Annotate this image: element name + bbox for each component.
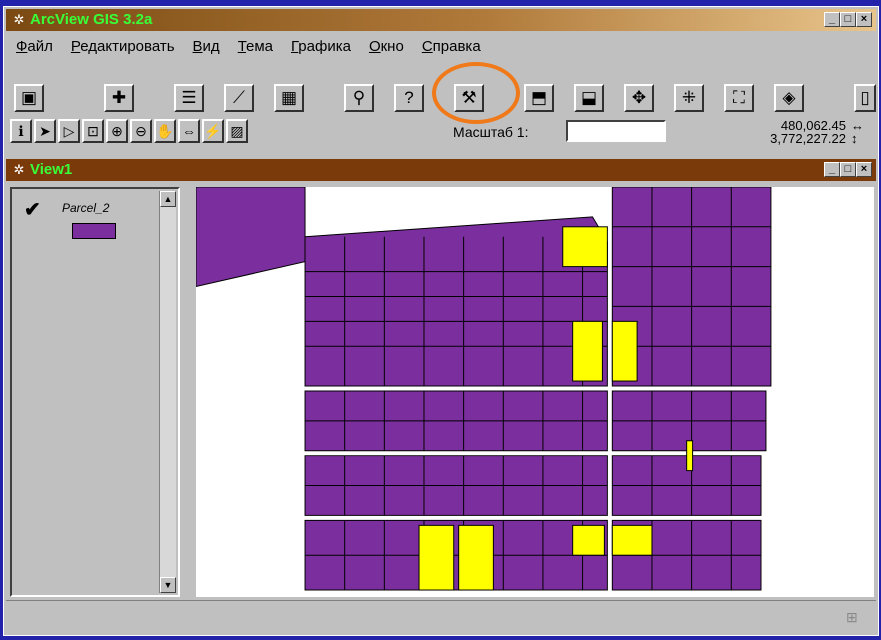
- select-feature-icon: ⬒: [530, 88, 548, 107]
- open-table-button[interactable]: ▦: [274, 84, 304, 112]
- maximize-button[interactable]: □: [840, 12, 856, 27]
- view-window: ✲ View1 _ □ × ✔ Parcel_2 ▲ ▼: [6, 159, 876, 599]
- minimize-button[interactable]: _: [824, 12, 840, 27]
- add-theme-button[interactable]: ✚: [104, 84, 134, 112]
- view-close-button[interactable]: ×: [856, 162, 872, 177]
- vertex-edit-icon: ▷: [63, 122, 75, 139]
- scale-label: Масштаб 1:: [453, 124, 529, 140]
- zoom-active-icon: ⁜: [681, 88, 697, 107]
- zoom-previous-button[interactable]: ◈: [774, 84, 804, 112]
- menu-theme[interactable]: Тема: [238, 38, 273, 55]
- zoom-full-button[interactable]: ✥: [624, 84, 654, 112]
- measure-tool[interactable]: ⇔: [178, 119, 200, 143]
- select-feature-tool[interactable]: ⊡: [82, 119, 104, 143]
- vertex-edit-tool[interactable]: ▷: [58, 119, 80, 143]
- view-maximize-button[interactable]: □: [840, 162, 856, 177]
- menu-view[interactable]: Вид: [193, 38, 220, 55]
- find-button[interactable]: ⚲: [344, 84, 374, 112]
- hotlink-tool-icon: ⚡: [204, 122, 222, 139]
- add-theme-icon: ✚: [111, 88, 127, 107]
- label-icon: ▨: [230, 122, 244, 139]
- measure-icon: ⇔: [182, 123, 196, 139]
- edit-legend-icon: ⟋: [233, 88, 245, 107]
- pan-tool[interactable]: ✋: [154, 119, 176, 143]
- menu-graphics[interactable]: Графика: [291, 38, 351, 55]
- close-button[interactable]: ×: [856, 12, 872, 27]
- hotlink-tool[interactable]: ⚡: [202, 119, 224, 143]
- layout-icon: ▯: [860, 88, 870, 107]
- help-button[interactable]: ?: [394, 84, 424, 112]
- pan-icon: ✋: [156, 122, 174, 139]
- view-minimize-button[interactable]: _: [824, 162, 840, 177]
- scroll-up-icon[interactable]: ▲: [160, 191, 176, 207]
- save-button[interactable]: ▣: [14, 84, 44, 112]
- coordinate-readout: 480,062.45 3,772,227.22: [770, 119, 846, 145]
- open-theme-table-icon: ⬓: [580, 88, 598, 107]
- save-icon: ▣: [20, 88, 38, 107]
- pointer-icon: ➤: [39, 122, 51, 139]
- scale-input[interactable]: [566, 120, 666, 142]
- arcview-globe-icon: ✲: [13, 12, 25, 27]
- zoom-in-tool[interactable]: ⊕: [106, 119, 128, 143]
- theme-properties-button[interactable]: ☰: [174, 84, 204, 112]
- find-icon: ⚲: [352, 88, 366, 107]
- zoom-in-fixed-button[interactable]: ⛶: [724, 84, 754, 112]
- table-of-contents: ✔ Parcel_2 ▲ ▼: [10, 187, 180, 597]
- zoom-active-button[interactable]: ⁜: [674, 84, 704, 112]
- label-tool[interactable]: ▨: [226, 119, 248, 143]
- select-feature-tool-icon: ⊡: [87, 122, 99, 139]
- menu-bar: Файл Редактировать Вид Тема Графика Окно…: [6, 33, 876, 59]
- arcview-window: ✲ ArcView GIS 3.2a _ □ × Файл Редактиров…: [3, 6, 879, 636]
- tool-bar: ℹ ➤ ▷ ⊡ ⊕ ⊖ ✋ ⇔ ⚡ ▨ Масштаб 1: 480,062.4…: [6, 117, 876, 151]
- zoom-in-fixed-icon: ⛶: [733, 88, 745, 107]
- zoom-out-tool[interactable]: ⊖: [130, 119, 152, 143]
- y-coordinate: 3,772,227.22: [770, 131, 846, 146]
- legend-swatch: [72, 223, 116, 239]
- menu-edit[interactable]: Редактировать: [71, 38, 175, 55]
- view-icon: ✲: [13, 162, 25, 177]
- theme-name[interactable]: Parcel_2: [62, 201, 109, 215]
- pointer-tool[interactable]: ➤: [34, 119, 56, 143]
- coordinate-arrows-icon: ↔ ↕: [851, 118, 864, 146]
- properties-icon: ☰: [181, 88, 197, 107]
- menu-help[interactable]: Справка: [422, 38, 481, 55]
- help-icon: ?: [404, 88, 414, 107]
- menu-window[interactable]: Окно: [369, 38, 404, 55]
- window-grip-icon: ⊞: [846, 609, 858, 625]
- theme-table-button[interactable]: ⬓: [574, 84, 604, 112]
- view-title: View1: [30, 161, 73, 178]
- edit-legend-button[interactable]: ⟋: [224, 84, 254, 112]
- map-canvas[interactable]: [196, 187, 874, 597]
- highlight-ring: [432, 62, 520, 124]
- zoom-out-icon: ⊖: [135, 122, 147, 139]
- table-icon: ▦: [280, 88, 298, 107]
- toc-scrollbar[interactable]: ▲ ▼: [159, 191, 176, 593]
- identify-icon: ℹ: [18, 122, 24, 139]
- view-titlebar[interactable]: ✲ View1 _ □ ×: [6, 159, 876, 181]
- parcel-map: [196, 187, 772, 591]
- zoom-previous-icon: ◈: [782, 88, 796, 107]
- app-title: ArcView GIS 3.2a: [30, 11, 153, 28]
- scroll-down-icon[interactable]: ▼: [160, 577, 176, 593]
- menu-file[interactable]: Файл: [16, 38, 53, 55]
- app-titlebar[interactable]: ✲ ArcView GIS 3.2a _ □ ×: [6, 9, 876, 31]
- identify-tool[interactable]: ℹ: [10, 119, 32, 143]
- theme-visibility-checkbox[interactable]: ✔: [24, 197, 41, 222]
- layout-button[interactable]: ▯: [854, 84, 876, 112]
- zoom-in-icon: ⊕: [111, 122, 123, 139]
- zoom-full-icon: ✥: [631, 88, 647, 107]
- select-feature-button[interactable]: ⬒: [524, 84, 554, 112]
- status-bar: ⊞: [6, 600, 876, 633]
